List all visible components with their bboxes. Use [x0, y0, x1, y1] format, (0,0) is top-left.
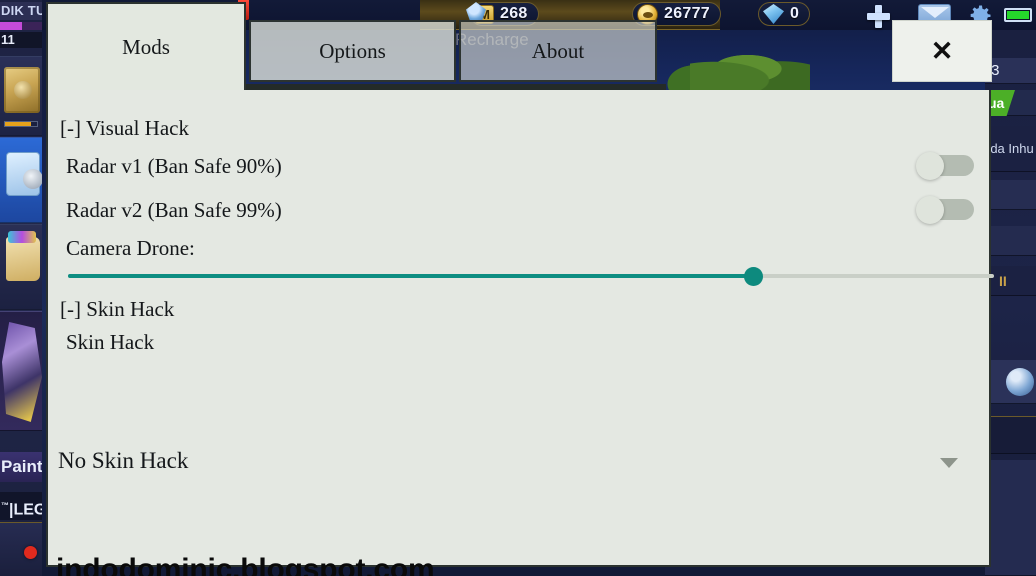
left-rail-league-label[interactable]: ™|LEG	[0, 492, 42, 520]
right-rail-row-d	[985, 226, 1036, 256]
tab-about[interactable]: About	[459, 20, 657, 82]
mod-menu-panel: [-] Visual Hack Radar v1 (Ban Safe 90%) …	[46, 90, 994, 576]
game-right-panel: /3 ua rda Inhu II	[985, 30, 1036, 576]
globe-icon	[1006, 368, 1034, 396]
right-rail-count: /3	[985, 58, 1036, 84]
mod-menu-window: Mods Options About ✕ [-] Visual Hack Rad…	[46, 0, 994, 576]
left-rail-card-4[interactable]	[0, 311, 42, 431]
game-left-sidebar: DIK TU 11 Paint ™|LEG	[0, 0, 42, 576]
card-progress-bar	[4, 121, 38, 127]
toggle-thumb	[916, 152, 944, 180]
battery-icon	[1004, 8, 1032, 22]
left-rail-xp-bar	[0, 22, 42, 30]
tab-about-label: About	[531, 38, 585, 63]
close-icon: ✕	[930, 35, 954, 66]
group-header-visual-hack[interactable]: [-] Visual Hack	[60, 116, 189, 141]
row-label-skin-hack: Skin Hack	[66, 330, 155, 354]
close-button[interactable]: ✕	[892, 20, 992, 82]
league-text: |LEG	[9, 501, 42, 519]
card-art-tablet-icon	[6, 152, 42, 196]
right-rail-row-f	[985, 360, 1036, 404]
left-rail-paint-label[interactable]: Paint	[0, 452, 42, 482]
left-rail-card-1[interactable]	[0, 56, 42, 136]
card-art-scroll-icon	[6, 231, 40, 281]
tab-options-label: Options	[319, 38, 386, 63]
dropdown-skin-hack-value: No Skin Hack	[58, 448, 189, 473]
trademark-mark: ™	[1, 501, 9, 510]
card-art-hero-icon	[2, 322, 42, 422]
left-rail-card-3[interactable]	[0, 224, 42, 310]
slider-knob[interactable]	[744, 267, 764, 286]
slider-camera-drone[interactable]	[68, 267, 994, 286]
tab-mods-label: Mods	[122, 34, 170, 59]
toggle-radar-v1[interactable]	[916, 152, 974, 180]
row-label-radar-v1: Radar v1 (Ban Safe 90%)	[66, 154, 282, 178]
right-rail-hero-name: rda Inhu	[985, 126, 1036, 172]
slider-fill	[68, 274, 754, 278]
notification-dot-icon	[24, 546, 37, 559]
chevron-down-icon	[940, 458, 958, 468]
card-art-chest-icon	[4, 67, 40, 113]
right-rail-row-g	[985, 416, 1036, 454]
right-rail-row-h	[985, 460, 1036, 576]
left-rail-title: DIK TU	[0, 2, 42, 20]
watermark-text: indodominic.blogspot.com	[56, 553, 435, 576]
row-label-radar-v2: Radar v2 (Ban Safe 99%)	[66, 198, 282, 222]
toggle-radar-v2[interactable]	[916, 196, 974, 224]
left-rail-card-2[interactable]	[0, 137, 42, 223]
tab-mods[interactable]: Mods	[46, 2, 246, 90]
mod-menu-tabbar: Mods Options About ✕	[46, 0, 992, 90]
tab-options[interactable]: Options	[249, 20, 456, 82]
group-header-skin-hack[interactable]: [-] Skin Hack	[60, 297, 174, 322]
screen-root: M 268 26777 0 Recharge DIK TU 11	[0, 0, 1036, 576]
right-rail-tag-row: ua	[985, 90, 1036, 116]
left-rail-level: 11	[0, 32, 42, 48]
right-rail-row-c	[985, 180, 1036, 210]
row-label-camera-drone: Camera Drone:	[66, 236, 195, 260]
toggle-thumb	[916, 196, 944, 224]
dropdown-skin-hack[interactable]: No Skin Hack	[56, 442, 976, 488]
